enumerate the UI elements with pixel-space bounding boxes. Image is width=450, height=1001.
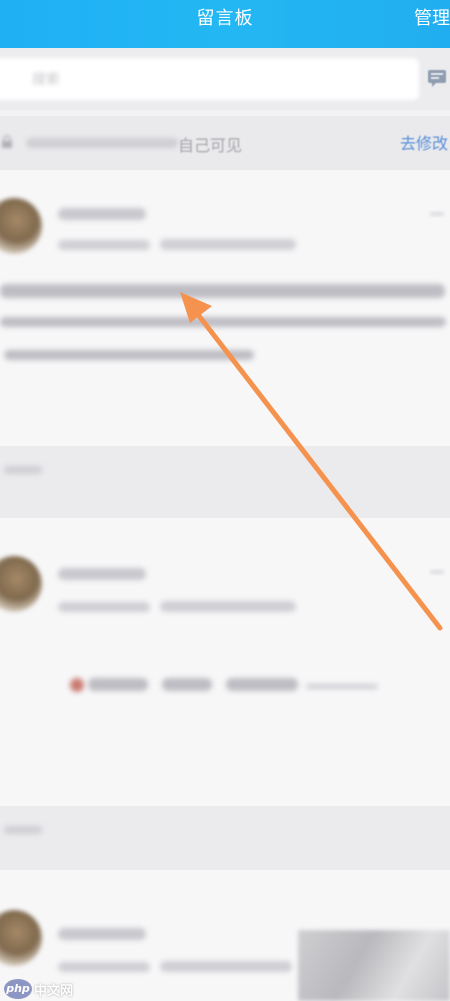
post-source-blurred [160, 239, 296, 250]
message-post[interactable] [0, 170, 450, 446]
reaction-text-blurred [162, 678, 212, 691]
visibility-text-blurred [26, 138, 178, 148]
top-navigation-bar: 留言板 管理 [0, 0, 450, 48]
reaction-text-blurred [226, 678, 298, 691]
visibility-text: 自己可见 [178, 136, 243, 155]
reaction-dots-blurred [306, 684, 378, 689]
message-line-blurred [4, 350, 254, 360]
site-watermark: php 中文网 [4, 979, 73, 999]
reaction-text-blurred [88, 678, 148, 691]
divider-label-blurred [4, 466, 42, 474]
avatar[interactable] [0, 556, 42, 612]
page-title: 留言板 [196, 8, 254, 29]
section-divider [0, 446, 450, 518]
avatar[interactable] [0, 910, 42, 966]
message-line-blurred [0, 284, 445, 298]
more-options-icon[interactable] [430, 212, 444, 216]
username-blurred [58, 208, 146, 220]
post-date-blurred [58, 962, 150, 972]
visibility-notice-bar: 自己可见 去修改 [0, 116, 450, 170]
post-source-blurred [160, 601, 296, 612]
lock-icon [2, 135, 12, 148]
username-blurred [58, 568, 146, 580]
divider-label-blurred [4, 826, 42, 834]
watermark-text: 中文网 [34, 983, 74, 999]
blurred-image-thumbnail [298, 930, 450, 1001]
edit-visibility-link[interactable]: 去修改 [400, 130, 448, 154]
post-source-blurred [160, 961, 292, 972]
more-options-icon[interactable] [430, 570, 444, 574]
message-post[interactable] [0, 518, 450, 806]
php-logo: php [4, 979, 32, 999]
search-input[interactable] [0, 58, 419, 100]
username-blurred [58, 928, 146, 940]
search-area [0, 48, 450, 110]
post-date-blurred [58, 240, 150, 250]
manage-button[interactable]: 管理 [414, 4, 450, 30]
message-line-blurred [0, 317, 446, 327]
post-date-blurred [58, 602, 150, 612]
emoji-icon [70, 678, 84, 692]
avatar[interactable] [0, 198, 42, 254]
section-divider [0, 806, 450, 870]
message-icon[interactable] [426, 66, 448, 88]
